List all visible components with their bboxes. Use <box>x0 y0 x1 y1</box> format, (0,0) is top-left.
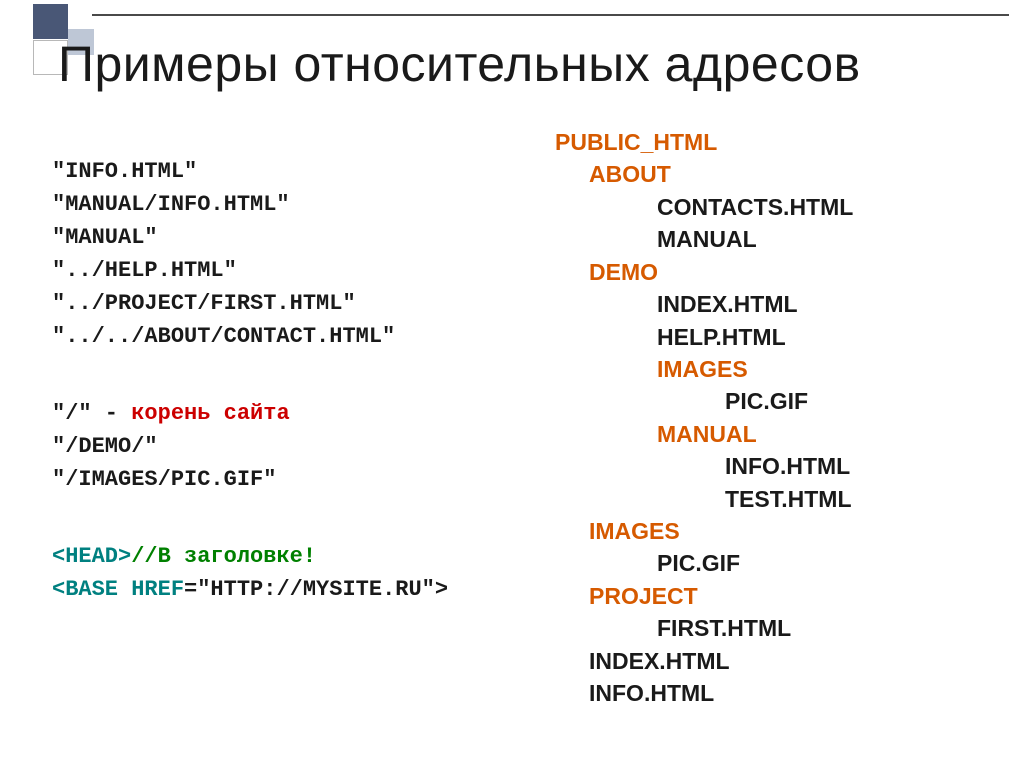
tree-folder: ABOUT <box>555 158 853 190</box>
code-line: "../HELP.HTML" <box>52 254 448 287</box>
examples-column: "INFO.HTML" "MANUAL/INFO.HTML" "MANUAL" … <box>52 155 448 606</box>
tree-file: HELP.HTML <box>555 321 853 353</box>
tree-file: PIC.GIF <box>555 547 853 579</box>
tree-file: PIC.GIF <box>555 385 853 417</box>
code-text: ="HTTP://MYSITE.RU"> <box>184 577 448 602</box>
tree-folder: IMAGES <box>555 515 853 547</box>
tag-text: <HEAD> <box>52 544 131 569</box>
highlight-text: корень сайта <box>131 401 289 426</box>
code-text: "/" - <box>52 401 131 426</box>
tag-text: <BASE HREF <box>52 577 184 602</box>
code-line: "MANUAL" <box>52 221 448 254</box>
tree-folder: MANUAL <box>555 418 853 450</box>
code-line: "../../ABOUT/CONTACT.HTML" <box>52 320 448 353</box>
code-line: "/" - корень сайта <box>52 397 448 430</box>
code-line: "INFO.HTML" <box>52 155 448 188</box>
tree-file: INDEX.HTML <box>555 288 853 320</box>
tree-file: INDEX.HTML <box>555 645 853 677</box>
tree-folder: PUBLIC_HTML <box>555 126 853 158</box>
tree-file: MANUAL <box>555 223 853 255</box>
slide-title: Примеры относительных адресов <box>58 35 861 93</box>
tree-folder: PROJECT <box>555 580 853 612</box>
code-line: <HEAD>//В заголовке! <box>52 540 448 573</box>
tree-file: INFO.HTML <box>555 677 853 709</box>
root-paths-block: "/" - корень сайта "/DEMO/" "/IMAGES/PIC… <box>52 397 448 496</box>
tree-folder: DEMO <box>555 256 853 288</box>
head-block: <HEAD>//В заголовке! <BASE HREF="HTTP://… <box>52 540 448 606</box>
code-line: <BASE HREF="HTTP://MYSITE.RU"> <box>52 573 448 606</box>
relative-paths-block: "INFO.HTML" "MANUAL/INFO.HTML" "MANUAL" … <box>52 155 448 353</box>
tree-file: TEST.HTML <box>555 483 853 515</box>
code-line: "../PROJECT/FIRST.HTML" <box>52 287 448 320</box>
tree-file: FIRST.HTML <box>555 612 853 644</box>
top-divider <box>92 14 1009 16</box>
file-tree-column: PUBLIC_HTML ABOUT CONTACTS.HTML MANUAL D… <box>555 126 853 710</box>
tree-folder: IMAGES <box>555 353 853 385</box>
tree-file: CONTACTS.HTML <box>555 191 853 223</box>
code-line: "MANUAL/INFO.HTML" <box>52 188 448 221</box>
tree-file: INFO.HTML <box>555 450 853 482</box>
code-line: "/IMAGES/PIC.GIF" <box>52 463 448 496</box>
comment-text: //В заголовке! <box>131 544 316 569</box>
code-line: "/DEMO/" <box>52 430 448 463</box>
